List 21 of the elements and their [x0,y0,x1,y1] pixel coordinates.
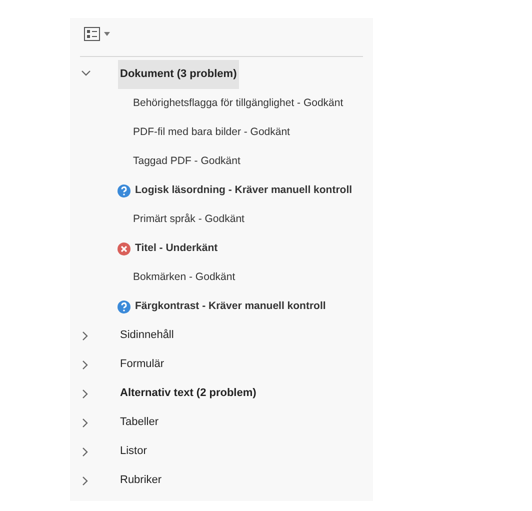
category-item[interactable]: Dokument (3 problem) [118,60,239,89]
check-item[interactable]: Bokmärken - Godkänt [133,270,236,286]
check-item[interactable]: Primärt språk - Godkänt [133,212,244,228]
list-icon [84,27,100,41]
check-item[interactable]: Behörighetsflagga för tillgänglighet - Godkänt [133,96,344,112]
check-item[interactable]: Taggad PDF - Godkänt [133,154,240,170]
category-item[interactable]: Formulär [118,350,166,379]
caret-icon [104,32,110,36]
category-item[interactable]: Rubriker [118,466,164,495]
category-item[interactable]: Alternativ text (2 problem) [118,379,258,408]
check-item[interactable]: Färgkontrast - Kräver manuell kontroll [135,298,326,314]
help-icon [117,184,131,198]
check-item[interactable]: Logisk läsordning - Kräver manuell kontroll [135,182,352,198]
error-icon [117,242,131,256]
check-item[interactable]: Titel - Underkänt [135,240,218,256]
category-item[interactable]: Listor [118,437,149,466]
check-item[interactable]: PDF-fil med bara bilder - Godkänt [133,124,290,140]
options-menu-button[interactable] [84,27,110,41]
category-item[interactable]: Tabeller [118,408,161,437]
category-item[interactable]: Sidinnehåll [118,321,176,350]
help-icon [117,300,131,314]
